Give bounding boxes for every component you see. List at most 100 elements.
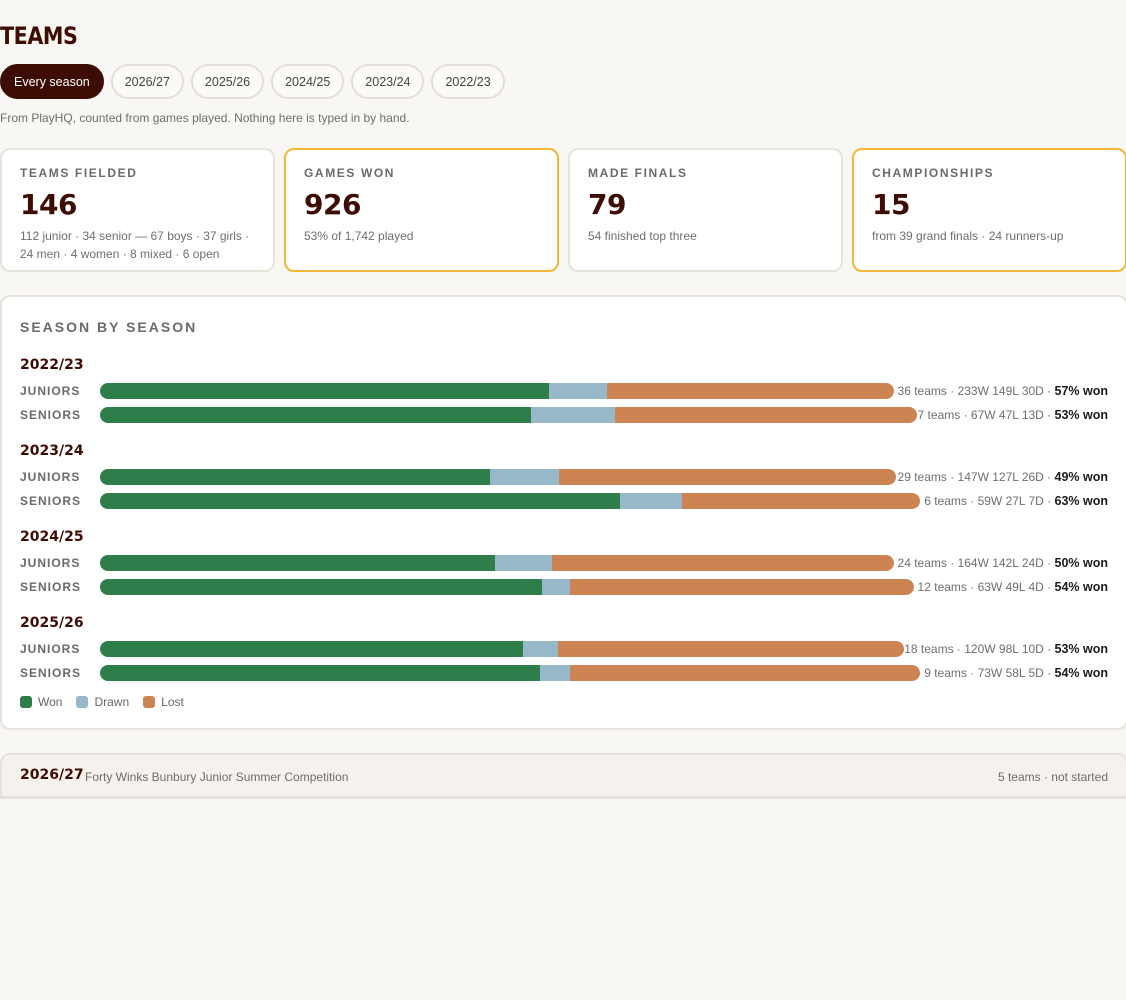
row-stats-text: 24 teams · 164W 142L 24D · (897, 556, 1055, 570)
card-detail: 54 finished top three (588, 227, 823, 245)
row-stats: 6 teams · 59W 27L 7D · 63% won (924, 494, 1108, 508)
legend-label: Lost (161, 695, 184, 709)
win-percentage: 63% won (1054, 494, 1109, 508)
row-stats-text: 12 teams · 63W 49L 4D · (917, 580, 1055, 594)
row-label-juniors: JUNIORS (20, 642, 81, 656)
result-bar (100, 641, 904, 657)
card-label: TEAMS FIELDED (20, 166, 138, 180)
card-value: 146 (20, 188, 77, 221)
card-detail: from 39 grand finals · 24 runners-up (872, 227, 1107, 245)
tab-2022-23[interactable]: 2022/23 (431, 64, 505, 99)
drawn-segment (523, 641, 559, 657)
won-segment (100, 469, 491, 485)
upcoming-season-row[interactable]: 2026/27 Forty Winks Bunbury Junior Summe… (0, 753, 1126, 799)
won-segment (100, 383, 550, 399)
lost-segment (570, 665, 920, 681)
result-bar (100, 383, 894, 399)
card-detail-line: 112 junior · 34 senior — 67 boys · 37 gi… (20, 229, 250, 243)
drawn-segment (540, 665, 571, 681)
lost-segment (614, 407, 917, 423)
card-label: MADE FINALS (588, 166, 688, 180)
upcoming-status: 5 teams · not started (997, 770, 1108, 784)
card-value: 79 (588, 188, 626, 221)
tab-2025-26[interactable]: 2025/26 (190, 64, 265, 99)
row-stats: 24 teams · 164W 142L 24D · 50% won (898, 556, 1108, 570)
tab-2026-27[interactable]: 2026/27 (110, 64, 184, 99)
result-bar (100, 493, 920, 509)
made-finals-card: MADE FINALS 79 54 finished top three (568, 148, 843, 272)
championships-card: CHAMPIONSHIPS 15 from 39 grand finals · … (852, 148, 1126, 272)
legend-label: Won (38, 695, 63, 709)
teams-fielded-card: TEAMS FIELDED 146 112 junior · 34 senior… (0, 148, 275, 272)
lost-segment (558, 641, 904, 657)
won-segment (100, 665, 541, 681)
row-label-juniors: JUNIORS (20, 384, 81, 398)
tab-2024-25[interactable]: 2024/25 (271, 64, 345, 99)
won-segment (100, 579, 543, 595)
row-stats-text: 9 teams · 73W 58L 5D · (924, 666, 1055, 680)
win-percentage: 53% won (1054, 408, 1109, 422)
season-tabs: Every season 2026/27 2025/26 2024/25 202… (0, 64, 505, 99)
lost-segment (606, 383, 894, 399)
row-stats: 36 teams · 233W 149L 30D · 57% won (898, 384, 1108, 398)
lost-segment (552, 555, 894, 571)
season-by-season-panel: SEASON BY SEASON 2022/23 JUNIORS 36 team… (0, 295, 1126, 730)
legend: Won Drawn Lost (20, 695, 184, 709)
card-detail-line: 54 finished top three (588, 229, 697, 243)
legend-item-lost: Lost (143, 695, 184, 709)
row-stats: 9 teams · 73W 58L 5D · 54% won (924, 666, 1108, 680)
row-label-seniors: SENIORS (20, 408, 82, 422)
season-heading: 2025/26 (20, 615, 84, 631)
row-label-seniors: SENIORS (20, 494, 82, 508)
tab-2023-24[interactable]: 2023/24 (351, 64, 425, 99)
games-won-card: GAMES WON 926 53% of 1,742 played (284, 148, 559, 272)
card-value: 926 (304, 188, 361, 221)
card-detail: 112 junior · 34 senior — 67 boys · 37 gi… (20, 227, 255, 263)
win-percentage: 50% won (1054, 556, 1109, 570)
result-bar (100, 579, 914, 595)
drawn-segment (620, 493, 682, 509)
drawn-segment (549, 383, 607, 399)
season-heading: 2022/23 (20, 357, 84, 373)
card-label: GAMES WON (304, 166, 396, 180)
row-stats: 12 teams · 63W 49L 4D · 54% won (918, 580, 1108, 594)
lost-swatch-icon (143, 696, 156, 708)
panel-title: SEASON BY SEASON (20, 319, 198, 335)
row-label-seniors: SENIORS (20, 580, 82, 594)
win-percentage: 49% won (1054, 470, 1109, 484)
win-percentage: 53% won (1054, 642, 1109, 656)
win-percentage: 54% won (1054, 666, 1109, 680)
card-detail-line: from 39 grand finals · 24 runners-up (872, 229, 1064, 243)
upcoming-season-label: 2026/27 (20, 767, 84, 783)
result-bar (100, 407, 917, 423)
drawn-segment (542, 579, 571, 595)
row-label-juniors: JUNIORS (20, 556, 81, 570)
drawn-segment (531, 407, 615, 423)
won-segment (100, 555, 495, 571)
row-stats-text: 18 teams · 120W 98L 10D · (904, 642, 1055, 656)
drawn-segment (494, 555, 553, 571)
result-bar (100, 469, 896, 485)
tab-every-season[interactable]: Every season (0, 64, 104, 99)
season-heading: 2023/24 (20, 443, 84, 459)
card-value: 15 (872, 188, 910, 221)
lost-segment (559, 469, 896, 485)
result-bar (100, 555, 894, 571)
row-stats-text: 7 teams · 67W 47L 13D · (917, 408, 1055, 422)
legend-label: Drawn (94, 695, 130, 709)
card-detail-line: 24 men · 4 women · 8 mixed · 6 open (20, 247, 220, 261)
row-label-juniors: JUNIORS (20, 470, 81, 484)
page-title: TEAMS (0, 22, 78, 50)
card-label: CHAMPIONSHIPS (872, 166, 995, 180)
won-swatch-icon (20, 696, 32, 708)
source-note: From PlayHQ, counted from games played. … (0, 111, 410, 125)
row-stats: 18 teams · 120W 98L 10D · 53% won (904, 642, 1108, 656)
row-stats: 29 teams · 147W 127L 26D · 49% won (898, 470, 1108, 484)
won-segment (100, 493, 621, 509)
row-label-seniors: SENIORS (20, 666, 82, 680)
win-percentage: 54% won (1054, 580, 1109, 594)
row-stats-text: 6 teams · 59W 27L 7D · (924, 494, 1055, 508)
row-stats: 7 teams · 67W 47L 13D · 53% won (918, 408, 1108, 422)
season-heading: 2024/25 (20, 529, 84, 545)
legend-item-won: Won (20, 695, 62, 709)
